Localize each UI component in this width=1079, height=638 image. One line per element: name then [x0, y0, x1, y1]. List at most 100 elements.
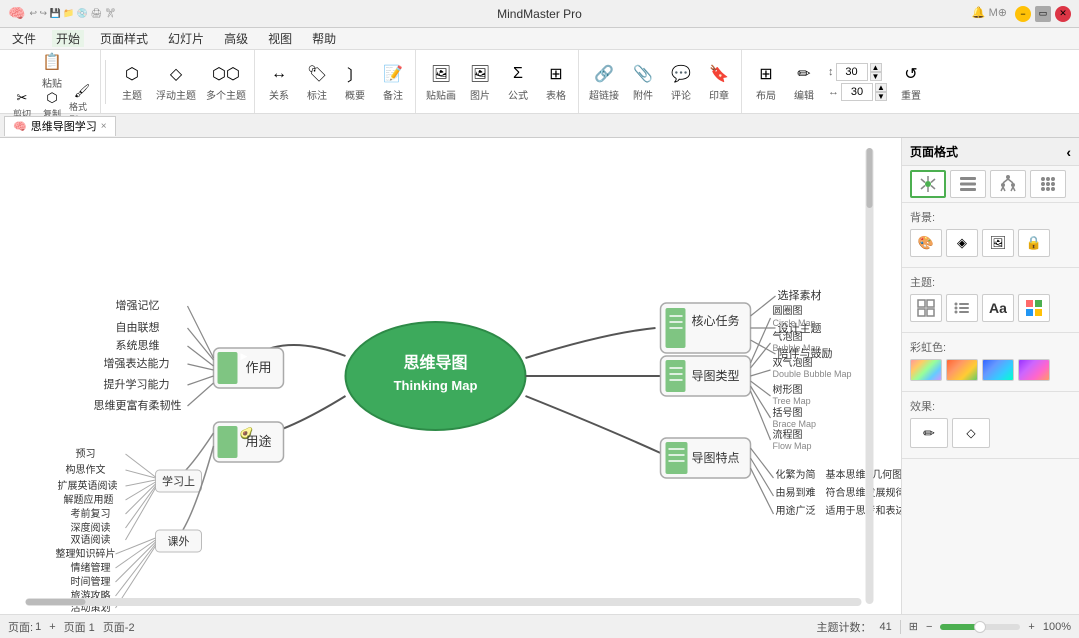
- layout-type-tree[interactable]: [990, 170, 1026, 198]
- cut-button[interactable]: ✂ 剪切: [8, 94, 36, 116]
- panel-collapse-icon[interactable]: ‹: [1066, 144, 1071, 160]
- svg-text:深度阅读: 深度阅读: [71, 521, 111, 534]
- menu-slideshow[interactable]: 幻灯片: [164, 30, 208, 47]
- spinner1-up[interactable]: ▲: [870, 63, 882, 72]
- spinner1-input[interactable]: [836, 63, 868, 81]
- theme-color-button[interactable]: [1018, 294, 1050, 322]
- theme-grid-button[interactable]: [910, 294, 942, 322]
- page-1-tab[interactable]: 页面 1: [64, 619, 95, 635]
- relation-icon: ↔: [267, 62, 291, 86]
- float-icon: ◇: [164, 62, 188, 86]
- copy-button[interactable]: ⬡ 复制: [38, 94, 66, 116]
- theme-dots-button[interactable]: [946, 294, 978, 322]
- svg-text:Brace Map: Brace Map: [773, 419, 817, 429]
- outline-button[interactable]: 〕 概要: [337, 60, 373, 104]
- menu-view[interactable]: 视图: [264, 30, 296, 47]
- layout-type-list[interactable]: [950, 170, 986, 198]
- effect-label: 效果:: [910, 398, 1071, 414]
- multi-button[interactable]: ⬡⬡ 多个主题: [202, 60, 250, 104]
- color-swatch-1[interactable]: [910, 359, 942, 381]
- float-button[interactable]: ◇ 浮动主题: [152, 60, 200, 104]
- table-button[interactable]: ⊞ 表格: [538, 60, 574, 104]
- theme-text-button[interactable]: Aa: [982, 294, 1014, 322]
- svg-text:学习上: 学习上: [162, 474, 195, 488]
- sticker-button[interactable]: 🖼 贴贴画: [422, 60, 460, 104]
- svg-text:符合思维发展规律: 符合思维发展规律: [826, 486, 902, 499]
- page-2-tab[interactable]: 页面-2: [103, 619, 135, 635]
- stamp-button[interactable]: 🔖 印章: [701, 60, 737, 104]
- menu-advanced[interactable]: 高级: [220, 30, 252, 47]
- relation-label: 关系: [269, 87, 289, 102]
- svg-text:圆圈图: 圆圈图: [773, 305, 803, 317]
- svg-text:解题应用题: 解题应用题: [64, 493, 114, 506]
- bg-fill-button[interactable]: 🎨: [910, 229, 942, 257]
- topic-count-label: 主题计数：: [817, 619, 872, 635]
- panel-title: 页面格式: [910, 143, 958, 160]
- zoom-out-button[interactable]: −: [926, 621, 932, 633]
- menu-file[interactable]: 文件: [8, 30, 40, 47]
- svg-text:自由联想: 自由联想: [116, 320, 160, 334]
- layout-type-radial[interactable]: [910, 170, 946, 198]
- close-button[interactable]: ✕: [1055, 6, 1071, 22]
- paste-label: 粘贴: [42, 75, 62, 90]
- window-controls[interactable]: 🔔 M⊕ − ▭ ✕: [972, 6, 1071, 22]
- color-swatch-3[interactable]: [982, 359, 1014, 381]
- restore-button[interactable]: ▭: [1035, 6, 1051, 22]
- format-button[interactable]: 🖌 格式刷: [68, 94, 96, 116]
- tab-close-button[interactable]: ×: [101, 121, 107, 132]
- spinner2-down[interactable]: ▼: [875, 92, 887, 101]
- image-button[interactable]: 🖼 图片: [462, 60, 498, 104]
- hyperlink-icon: 🔗: [592, 62, 616, 86]
- canvas[interactable]: 思维导图 Thinking Map 核心任务 选择素材 设计主题 陪伴与鼓励: [0, 138, 901, 614]
- bg-image-button[interactable]: 🖼: [982, 229, 1014, 257]
- note-button[interactable]: 📝 备注: [375, 60, 411, 104]
- bg-gradient-button[interactable]: ◈: [946, 229, 978, 257]
- svg-text:提升学习能力: 提升学习能力: [104, 377, 170, 391]
- spinner1-down[interactable]: ▼: [870, 72, 882, 81]
- menu-page-style[interactable]: 页面样式: [96, 30, 152, 47]
- attachment-button[interactable]: 📎 附件: [625, 60, 661, 104]
- edit-button[interactable]: ✏ 编辑: [786, 60, 822, 104]
- zoom-handle[interactable]: [974, 621, 986, 633]
- spinner1-icon: ↕: [828, 66, 834, 78]
- relation-button[interactable]: ↔ 关系: [261, 60, 297, 104]
- layout-type-row: [902, 166, 1079, 203]
- relation-group: ↔ 关系 🏷 标注 〕 概要 📝 备注: [257, 50, 416, 113]
- svg-text:构思作文: 构思作文: [66, 463, 106, 476]
- multi-icon: ⬡⬡: [214, 62, 238, 86]
- tag-button[interactable]: 🏷 标注: [299, 60, 335, 104]
- background-section: 背景: 🎨 ◈ 🖼 🔒: [902, 203, 1079, 268]
- layout-type-dots[interactable]: [1030, 170, 1066, 198]
- theme-row: Aa: [910, 294, 1071, 322]
- formula-button[interactable]: Σ 公式: [500, 60, 536, 104]
- spinner2-input[interactable]: [841, 83, 873, 101]
- tab-mindmap[interactable]: 🧠 思维导图学习 ×: [4, 116, 116, 136]
- spinner2-up[interactable]: ▲: [875, 83, 887, 92]
- effect-eraser-button[interactable]: ◇: [952, 418, 990, 448]
- layout-button[interactable]: ⊞ 布局: [748, 60, 784, 104]
- hyperlink-label: 超链接: [589, 87, 619, 102]
- menu-start[interactable]: 开始: [52, 30, 84, 47]
- bg-lock-button[interactable]: 🔒: [1018, 229, 1050, 257]
- menu-help[interactable]: 帮助: [308, 30, 340, 47]
- media-group: 🖼 贴贴画 🖼 图片 Σ 公式 ⊞ 表格: [418, 50, 579, 113]
- topic-count: 41: [880, 621, 892, 633]
- svg-text:Double Bubble Map: Double Bubble Map: [773, 369, 852, 379]
- format-icon: 🖌: [72, 83, 92, 99]
- color-swatch-4[interactable]: [1018, 359, 1050, 381]
- comment-button[interactable]: 💬 评论: [663, 60, 699, 104]
- hyperlink-button[interactable]: 🔗 超链接: [585, 60, 623, 104]
- bg-row: 🎨 ◈ 🖼 🔒: [910, 229, 1071, 257]
- effect-pen-button[interactable]: ✏: [910, 418, 948, 448]
- fit-page-button[interactable]: ⊞: [909, 620, 918, 633]
- paste-button[interactable]: 📋 粘贴: [34, 48, 70, 92]
- add-page-button[interactable]: +: [49, 621, 55, 633]
- attachment-icon: 📎: [631, 62, 655, 86]
- theme-button[interactable]: ⬡ 主题: [114, 60, 150, 104]
- zoom-in-button[interactable]: +: [1028, 621, 1034, 633]
- zoom-slider[interactable]: [940, 624, 1020, 630]
- reset-button[interactable]: ↺ 重置: [893, 60, 929, 104]
- link-group: 🔗 超链接 📎 附件 💬 评论 🔖 印章: [581, 50, 742, 113]
- color-swatch-2[interactable]: [946, 359, 978, 381]
- minimize-button[interactable]: −: [1015, 6, 1031, 22]
